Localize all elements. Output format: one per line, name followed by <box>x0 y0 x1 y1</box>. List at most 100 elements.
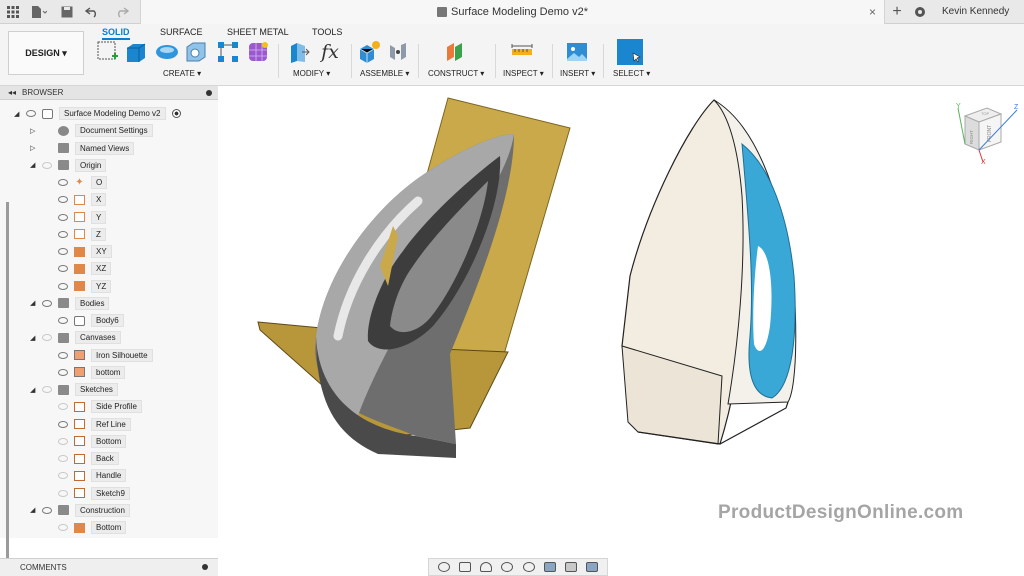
tree-item[interactable]: ▷ Document Settings <box>30 123 153 138</box>
offset-plane-icon[interactable] <box>444 40 468 64</box>
expand-arrow-icon[interactable]: ◢ <box>14 110 22 118</box>
assemble-menu[interactable]: ASSEMBLE ▾ <box>360 69 409 78</box>
form-icon[interactable] <box>246 40 270 64</box>
visibility-eye-icon[interactable] <box>42 299 52 307</box>
tree-item[interactable]: ◢ Surface Modeling Demo v2 <box>14 106 181 121</box>
measure-icon[interactable] <box>510 40 534 64</box>
insert-image-icon[interactable] <box>565 40 589 64</box>
tree-item[interactable]: Ref Line <box>46 417 131 432</box>
visibility-eye-icon[interactable] <box>58 368 68 376</box>
hole-icon[interactable] <box>184 40 208 64</box>
tree-item[interactable]: X <box>46 192 107 207</box>
tree-item[interactable]: Sketch9 <box>46 486 130 501</box>
expand-arrow-icon[interactable]: ◢ <box>30 506 38 514</box>
tree-item[interactable]: Handle <box>46 468 127 483</box>
new-tab-icon[interactable]: + <box>888 3 906 21</box>
visibility-eye-icon[interactable] <box>42 386 52 393</box>
visibility-eye-icon[interactable] <box>42 506 52 514</box>
insert-menu[interactable]: INSERT ▾ <box>560 69 595 78</box>
look-at-icon[interactable] <box>458 562 471 572</box>
expand-arrow-icon[interactable]: ◢ <box>30 334 38 342</box>
create-sketch-icon[interactable] <box>96 40 120 64</box>
active-component-radio[interactable] <box>171 109 181 118</box>
visibility-eye-icon[interactable] <box>42 161 52 169</box>
iron-surface-model-left[interactable] <box>257 97 571 458</box>
tree-item[interactable]: Body6 <box>46 313 124 328</box>
visibility-eye-icon[interactable] <box>42 334 52 342</box>
visibility-eye-icon[interactable] <box>58 230 68 238</box>
tree-item[interactable]: Back <box>46 451 119 466</box>
visibility-eye-icon[interactable] <box>58 472 68 480</box>
inspect-menu[interactable]: INSPECT ▾ <box>503 69 544 78</box>
expand-arrow-icon[interactable]: ▷ <box>30 127 38 135</box>
zoom-icon[interactable] <box>501 562 514 572</box>
undo-icon[interactable] <box>84 3 102 21</box>
tree-item[interactable]: Z <box>46 227 106 242</box>
visibility-eye-icon[interactable] <box>58 420 68 428</box>
tree-item[interactable]: ◢ Canvases <box>30 330 121 345</box>
tab-surface[interactable]: SURFACE <box>160 27 203 37</box>
tree-item[interactable]: Bottom <box>46 434 127 449</box>
viewcube[interactable]: Y Z X TOP RIGHT FRONT <box>955 100 1020 166</box>
visibility-eye-icon[interactable] <box>58 196 68 204</box>
tree-item[interactable]: XY <box>46 244 112 259</box>
orbit-icon[interactable] <box>437 562 450 572</box>
revolve-icon[interactable] <box>155 40 179 64</box>
expand-arrow-icon[interactable]: ◢ <box>30 161 38 169</box>
pan-hand-icon[interactable] <box>480 562 493 572</box>
display-settings-icon[interactable] <box>543 562 556 572</box>
job-status-icon[interactable] <box>912 3 928 21</box>
visibility-eye-icon[interactable] <box>58 248 68 255</box>
visibility-eye-icon[interactable] <box>58 489 68 497</box>
tab-sheet-metal[interactable]: SHEET METAL <box>227 27 289 37</box>
iron-rendered-model-right[interactable] <box>621 99 797 445</box>
fit-view-icon[interactable] <box>522 562 535 572</box>
tree-item[interactable]: bottom <box>46 365 126 380</box>
expand-arrow-icon[interactable]: ◢ <box>30 299 38 307</box>
construct-menu[interactable]: CONSTRUCT ▾ <box>428 69 484 78</box>
comments-panel[interactable]: COMMENTS <box>0 558 218 576</box>
visibility-eye-icon[interactable] <box>26 110 36 117</box>
joint-icon[interactable] <box>386 40 410 64</box>
visibility-eye-icon[interactable] <box>58 455 68 462</box>
new-component-icon[interactable] <box>357 40 381 64</box>
visibility-eye-icon[interactable] <box>58 282 68 290</box>
tree-item[interactable]: YZ <box>46 279 112 294</box>
save-icon[interactable] <box>60 3 74 21</box>
tree-item[interactable]: Bottom <box>46 520 127 535</box>
canvas-viewport[interactable] <box>218 86 1024 558</box>
expand-arrow-icon[interactable]: ◢ <box>30 386 38 394</box>
collapse-panel-icon[interactable]: ◂◂ <box>8 88 16 97</box>
visibility-eye-icon[interactable] <box>58 265 68 273</box>
press-pull-icon[interactable] <box>287 40 311 64</box>
visibility-eye-icon[interactable] <box>58 179 68 186</box>
file-menu-icon[interactable] <box>30 3 48 21</box>
tree-item[interactable]: Side Profile <box>46 399 142 414</box>
workspace-switcher-button[interactable]: DESIGN ▾ <box>8 31 84 75</box>
visibility-eye-icon[interactable] <box>58 213 68 221</box>
tree-item[interactable]: ◢ Construction <box>30 503 130 518</box>
pin-icon[interactable] <box>202 564 208 570</box>
tab-solid[interactable]: SOLID <box>102 27 130 40</box>
visibility-eye-icon[interactable] <box>58 317 68 324</box>
viewports-icon[interactable] <box>586 562 599 572</box>
visibility-eye-icon[interactable] <box>58 437 68 445</box>
pattern-icon[interactable] <box>216 40 240 64</box>
pin-icon[interactable] <box>206 90 212 96</box>
user-name[interactable]: Kevin Kennedy <box>942 6 1009 17</box>
tree-item[interactable]: ◢ Sketches <box>30 382 118 397</box>
tree-item[interactable]: ▷ Named Views <box>30 141 135 156</box>
tab-tools[interactable]: TOOLS <box>312 27 342 37</box>
visibility-eye-icon[interactable] <box>58 403 68 411</box>
visibility-eye-icon[interactable] <box>58 351 68 359</box>
tree-item[interactable]: XZ <box>46 261 112 276</box>
tree-item[interactable]: ◢ Bodies <box>30 296 110 311</box>
extrude-icon[interactable] <box>124 40 148 64</box>
document-tab[interactable]: Surface Modeling Demo v2* × <box>140 0 885 24</box>
select-icon[interactable] <box>617 39 643 65</box>
parameters-icon[interactable]: fx <box>318 40 342 64</box>
tree-item[interactable]: Iron Silhouette <box>46 348 153 363</box>
modify-menu[interactable]: MODIFY ▾ <box>293 69 330 78</box>
expand-arrow-icon[interactable]: ▷ <box>30 144 38 152</box>
tree-scrollbar[interactable] <box>6 202 9 576</box>
